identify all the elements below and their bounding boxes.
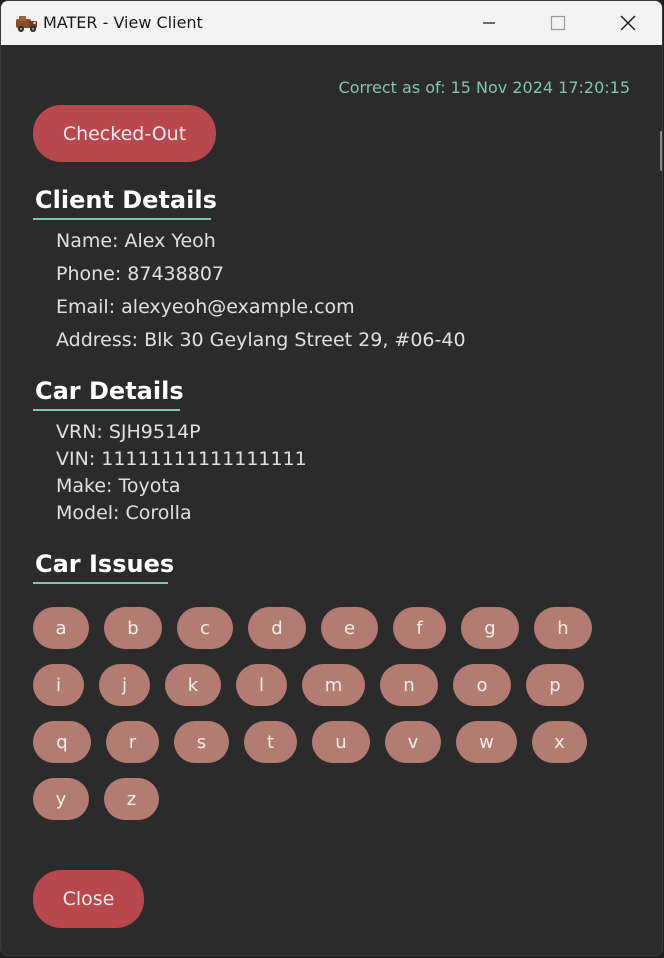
issue-tag: n <box>380 664 438 706</box>
close-window-button[interactable] <box>593 1 662 45</box>
issue-tag: j <box>99 664 150 706</box>
issue-tag: x <box>532 721 587 763</box>
client-name: Name: Alex Yeoh <box>56 230 216 252</box>
issue-tag: v <box>385 721 441 763</box>
maximize-icon <box>550 15 566 31</box>
issue-tag: o <box>453 664 511 706</box>
issue-tag: d <box>248 607 306 649</box>
car-issues-heading: Car Issues <box>35 550 175 578</box>
close-icon <box>620 15 636 31</box>
car-make: Make: Toyota <box>56 475 181 497</box>
title-bar[interactable]: MATER - View Client <box>1 1 662 45</box>
issue-tag: q <box>33 721 91 763</box>
car-details-underline <box>33 409 180 411</box>
maximize-button[interactable] <box>523 1 593 45</box>
car-vin: VIN: 11111111111111111 <box>56 448 307 470</box>
issue-tag: f <box>393 607 446 649</box>
minimize-button[interactable] <box>454 1 524 45</box>
car-vrn: VRN: SJH9514P <box>56 421 201 443</box>
issue-tag: c <box>177 607 233 649</box>
issue-tag: g <box>461 607 519 649</box>
issue-tag: r <box>106 721 159 763</box>
car-details-heading: Car Details <box>35 377 184 405</box>
issue-tag: k <box>165 664 221 706</box>
truck-icon <box>16 16 37 32</box>
issue-tag: i <box>33 664 84 706</box>
last-updated-timestamp: Correct as of: 15 Nov 2024 17:20:15 <box>338 78 630 97</box>
scrollbar[interactable] <box>660 131 662 171</box>
client-email: Email: alexyeoh@example.com <box>56 296 355 318</box>
checked-out-status-button[interactable]: Checked-Out <box>33 105 216 162</box>
car-model: Model: Corolla <box>56 502 192 524</box>
issue-tag: z <box>104 778 159 820</box>
issue-tag: y <box>33 778 89 820</box>
client-phone: Phone: 87438807 <box>56 263 225 285</box>
window-title: MATER - View Client <box>43 13 203 32</box>
issue-tag: e <box>321 607 378 649</box>
issue-tag: l <box>236 664 287 706</box>
issue-tag: s <box>174 721 229 763</box>
issue-tag: u <box>312 721 370 763</box>
issue-tag: b <box>104 607 162 649</box>
close-button[interactable]: Close <box>33 870 144 928</box>
issue-tag: a <box>33 607 89 649</box>
minimize-icon <box>483 22 495 24</box>
issue-tag: m <box>302 664 365 706</box>
client-details-heading: Client Details <box>35 186 217 214</box>
client-details-underline <box>33 218 211 220</box>
car-issues-underline <box>33 582 168 584</box>
issue-tag: w <box>456 721 517 763</box>
issue-tag: p <box>526 664 584 706</box>
client-address: Address: Blk 30 Geylang Street 29, #06-4… <box>56 329 466 351</box>
issue-tag: h <box>534 607 592 649</box>
issue-tag: t <box>244 721 297 763</box>
view-client-window: MATER - View Client Correct as of: 15 No… <box>0 0 663 956</box>
